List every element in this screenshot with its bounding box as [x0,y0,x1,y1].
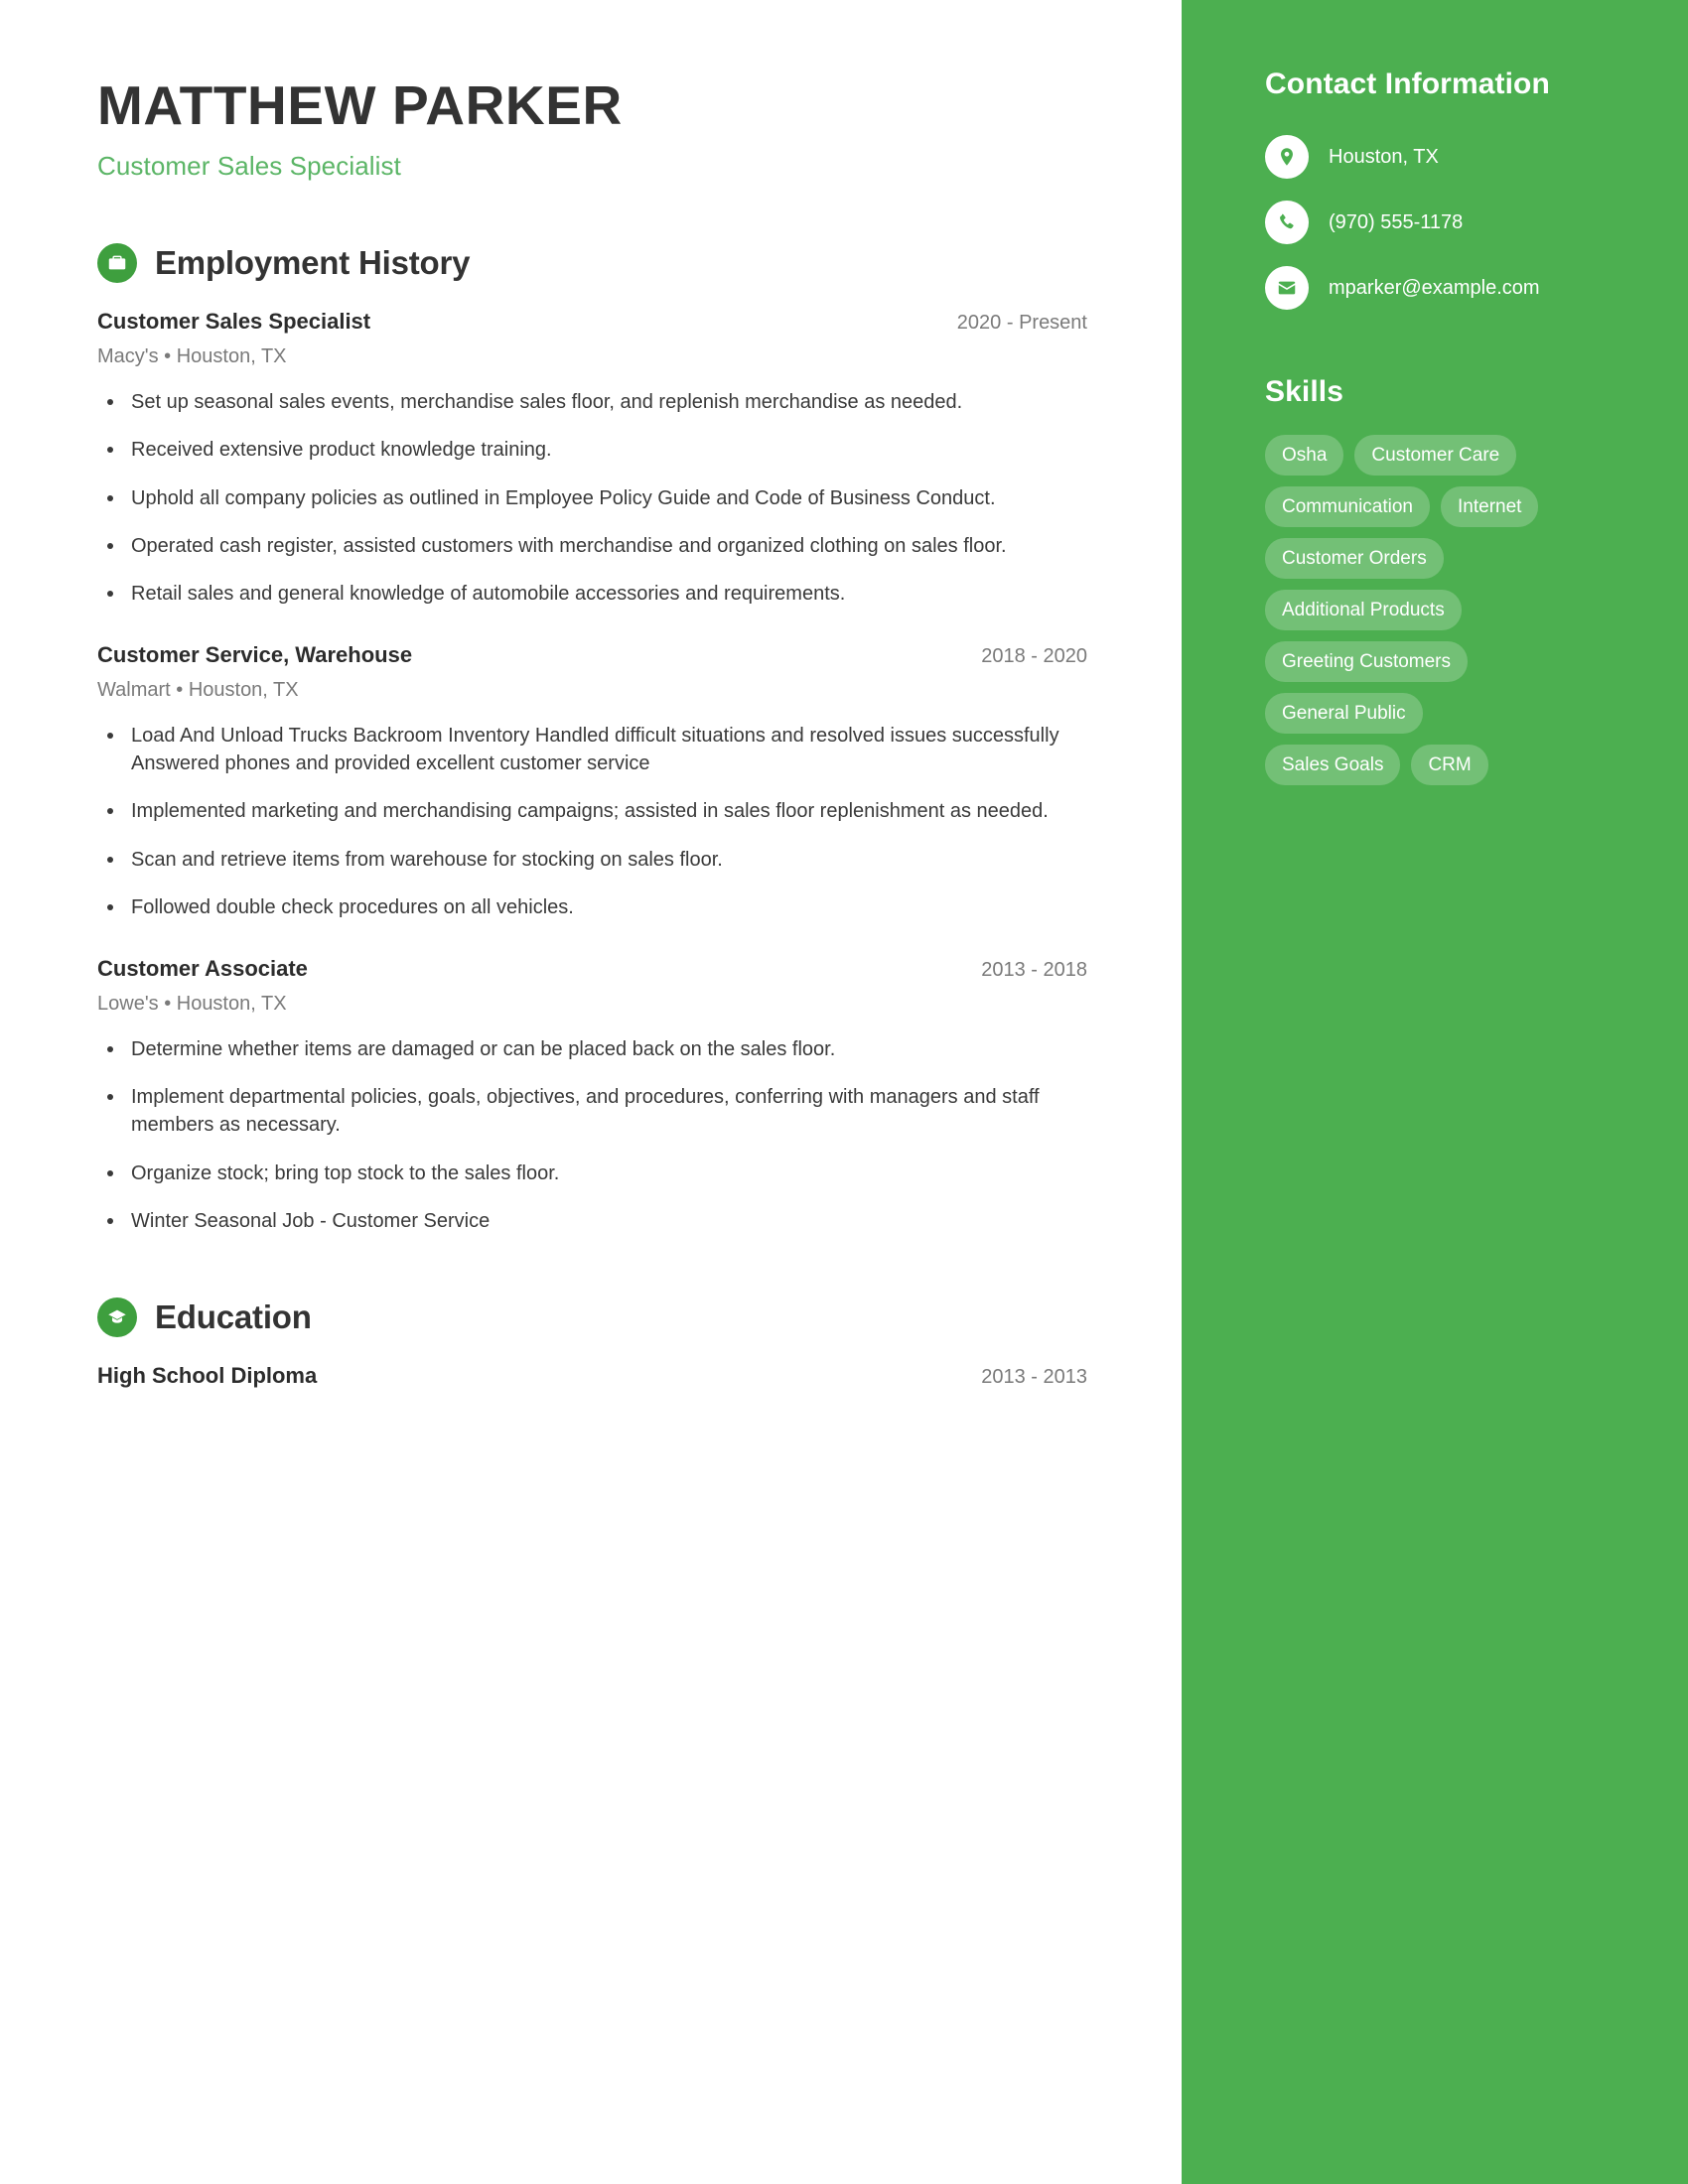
employment-section-header: Employment History [97,242,1087,283]
entry-company-location: Walmart • Houston, TX [97,678,299,701]
contact-item-email: mparker@example.com [1265,266,1630,310]
list-item: Uphold all company policies as outlined … [97,484,1087,512]
list-item: Set up seasonal sales events, merchandis… [97,388,1087,416]
entry-job-title: Customer Associate [97,955,308,981]
page-title: MATTHEW PARKER [97,74,623,136]
graduation-cap-icon [97,1297,137,1337]
contact-item-phone: (970) 555-1178 [1265,201,1630,244]
contact-location-value: Houston, TX [1329,146,1439,168]
entry-company-location: Lowe's • Houston, TX [97,992,287,1015]
skill-pill: Internet [1441,486,1539,527]
entry-header: Customer Associate 2013 - 2018 [97,956,1087,982]
header-job-title: Customer Sales Specialist [97,150,401,181]
skill-pill: Greeting Customers [1265,641,1469,682]
contact-list: Houston, TX (970) 555-1178 mparker@examp… [1265,135,1630,310]
skills-list: Osha Customer Care Communication Interne… [1265,435,1553,785]
list-item: Retail sales and general knowledge of au… [97,580,1087,608]
entry-dates: 2018 - 2020 [981,644,1087,667]
entry-company-location: Macy's • Houston, TX [97,344,287,367]
entry-bullet-list: Load And Unload Trucks Backroom Inventor… [97,722,1087,922]
section-employment-history: Employment History Customer Sales Specia… [97,242,1087,1236]
list-item: Load And Unload Trucks Backroom Inventor… [97,722,1087,778]
skill-pill: Customer Care [1354,435,1517,476]
entry-degree-title: High School Diploma [97,1362,318,1388]
skill-pill: Communication [1265,486,1430,527]
main-column: MATTHEW PARKER Customer Sales Specialist… [0,0,1182,2184]
education-section-title: Education [155,1297,312,1335]
skills-heading: Skills [1265,375,1343,408]
list-item: Implement departmental policies, goals, … [97,1083,1087,1140]
entry-bullet-list: Determine whether items are damaged or c… [97,1035,1087,1236]
sidebar: Contact Information Houston, TX (970) 55… [1182,0,1688,2184]
contact-information-heading: Contact Information [1265,68,1550,100]
education-entry: High School Diploma 2013 - 2013 [97,1363,1087,1389]
entry-header: High School Diploma 2013 - 2013 [97,1363,1087,1389]
contact-email-value: mparker@example.com [1329,277,1540,299]
skill-pill: Customer Orders [1265,538,1444,579]
employment-entry: Customer Associate 2013 - 2018 Lowe's • … [97,956,1087,1236]
skill-pill: Sales Goals [1265,745,1401,785]
skill-pill: General Public [1265,693,1423,734]
entry-job-title: Customer Service, Warehouse [97,641,413,667]
skill-pill: Additional Products [1265,590,1462,630]
employment-entry: Customer Sales Specialist 2020 - Present… [97,309,1087,609]
section-education: Education High School Diploma 2013 - 201… [97,1297,1087,1389]
briefcase-icon [97,242,137,283]
entry-job-title: Customer Sales Specialist [97,308,371,334]
education-section-header: Education [97,1297,1087,1337]
contact-item-location: Houston, TX [1265,135,1630,179]
list-item: Received extensive product knowledge tra… [97,436,1087,464]
list-item: Winter Seasonal Job - Customer Service [97,1207,1087,1235]
employment-entry: Customer Service, Warehouse 2018 - 2020 … [97,642,1087,922]
phone-icon [1265,201,1309,244]
resume-page: MATTHEW PARKER Customer Sales Specialist… [0,0,1688,2184]
entry-dates: 2013 - 2018 [981,958,1087,981]
envelope-icon [1265,266,1309,310]
skill-pill: Osha [1265,435,1344,476]
skill-pill: CRM [1411,745,1488,785]
entry-dates: 2013 - 2013 [981,1365,1087,1388]
entry-bullet-list: Set up seasonal sales events, merchandis… [97,388,1087,609]
employment-section-title: Employment History [155,243,471,281]
map-pin-icon [1265,135,1309,179]
list-item: Determine whether items are damaged or c… [97,1035,1087,1063]
contact-phone-value: (970) 555-1178 [1329,211,1464,233]
entry-header: Customer Service, Warehouse 2018 - 2020 [97,642,1087,668]
list-item: Followed double check procedures on all … [97,893,1087,921]
entry-dates: 2020 - Present [956,311,1087,334]
entry-header: Customer Sales Specialist 2020 - Present [97,309,1087,335]
list-item: Scan and retrieve items from warehouse f… [97,846,1087,874]
list-item: Operated cash register, assisted custome… [97,532,1087,560]
list-item: Organize stock; bring top stock to the s… [97,1160,1087,1187]
list-item: Implemented marketing and merchandising … [97,797,1087,825]
